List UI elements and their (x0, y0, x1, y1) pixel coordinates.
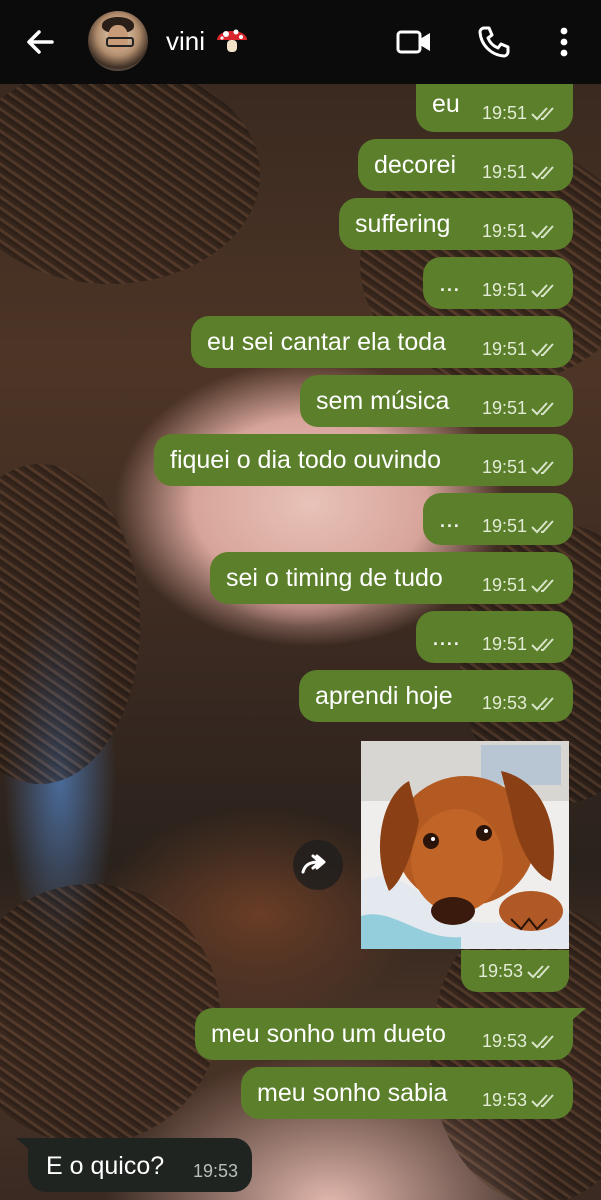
outgoing-message[interactable]: suffering 19:51 (339, 198, 573, 250)
video-call-icon[interactable] (394, 22, 434, 62)
message-text: E o quico? (46, 1152, 165, 1180)
contact-name[interactable]: vini (166, 26, 205, 57)
incoming-message[interactable]: E o quico? 19:53 (28, 1138, 252, 1192)
message-text: eu sei cantar ela toda (207, 327, 447, 356)
message-time: 19:51 (481, 221, 527, 241)
outgoing-message[interactable]: ... 19:51 (423, 493, 573, 545)
outgoing-message[interactable]: ... 19:51 (423, 257, 573, 309)
message-text: aprendi hoje (315, 681, 453, 710)
outgoing-message[interactable]: decorei 19:51 (358, 139, 573, 191)
message-text: ... (439, 268, 460, 297)
dachshund-photo[interactable] (361, 741, 569, 949)
outgoing-message[interactable]: sem música 19:51 (300, 375, 573, 427)
message-text: meu sonho um dueto (211, 1019, 446, 1048)
message-time: 19:51 (481, 103, 527, 123)
double-check-icon (531, 637, 554, 651)
message-text: sem música (316, 386, 450, 415)
phone-icon[interactable] (474, 22, 514, 62)
double-check-icon (531, 224, 554, 238)
message-time: 19:51 (481, 457, 527, 477)
message-text: ... (439, 504, 460, 533)
outgoing-message[interactable]: .... 19:51 (416, 611, 573, 663)
double-check-icon (527, 964, 550, 978)
outgoing-message[interactable]: meu sonho um dueto 19:53 (195, 1008, 573, 1060)
forward-icon (301, 854, 326, 874)
bubble-tail (570, 1008, 586, 1022)
message-text: fiquei o dia todo ouvindo (170, 445, 442, 474)
message-time: 19:53 (477, 961, 523, 981)
double-check-icon (531, 578, 554, 592)
double-check-icon (531, 401, 554, 415)
message-time: 19:51 (481, 634, 527, 654)
message-time: 19:53 (481, 1031, 527, 1051)
message-time: 19:51 (481, 575, 527, 595)
message-time: 19:51 (481, 280, 527, 300)
double-check-icon (531, 165, 554, 179)
message-text: .... (432, 622, 460, 651)
outgoing-message[interactable]: sei o timing de tudo 19:51 (210, 552, 573, 604)
mushroom-emoji (217, 29, 247, 52)
message-time: 19:51 (481, 162, 527, 182)
avatar[interactable] (88, 11, 148, 71)
double-check-icon (531, 283, 554, 297)
double-check-icon (531, 342, 554, 356)
outgoing-message[interactable]: eu sei cantar ela toda 19:51 (191, 316, 573, 368)
double-check-icon (531, 106, 554, 120)
more-vert-icon[interactable] (544, 22, 584, 62)
message-text: meu sonho sabia (257, 1078, 448, 1107)
chat-header: vini (0, 0, 601, 84)
message-time: 19:51 (481, 339, 527, 359)
message-time: 19:51 (481, 516, 527, 536)
outgoing-message[interactable]: meu sonho sabia 19:53 (241, 1067, 573, 1119)
message-text: eu (432, 89, 460, 118)
double-check-icon (531, 519, 554, 533)
outgoing-message[interactable]: fiquei o dia todo ouvindo 19:51 (154, 434, 573, 486)
back-arrow-icon[interactable] (22, 24, 58, 60)
double-check-icon (531, 696, 554, 710)
photo-meta-bar: 19:53 (461, 950, 569, 992)
message-text: decorei (374, 150, 456, 179)
message-text: sei o timing de tudo (226, 563, 443, 592)
forward-button[interactable] (293, 840, 343, 890)
message-time: 19:53 (481, 693, 527, 713)
outgoing-message[interactable]: aprendi hoje 19:53 (299, 670, 573, 722)
message-text: suffering (355, 209, 451, 238)
double-check-icon (531, 1034, 554, 1048)
outgoing-message[interactable]: eu 19:51 (416, 84, 573, 132)
message-time: 19:51 (481, 398, 527, 418)
double-check-icon (531, 1093, 554, 1107)
message-time: 19:53 (192, 1161, 238, 1181)
double-check-icon (531, 460, 554, 474)
message-time: 19:53 (481, 1090, 527, 1110)
